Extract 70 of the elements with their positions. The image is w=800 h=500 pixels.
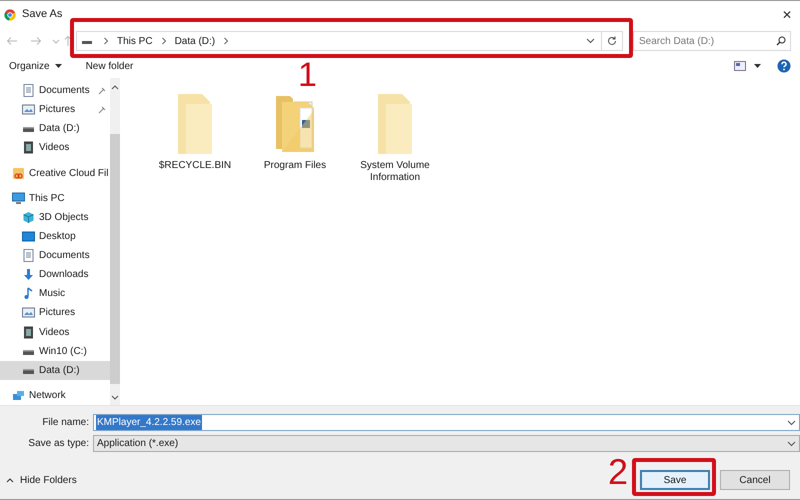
window-title: Save As	[22, 7, 62, 22]
chevron-up-icon	[6, 477, 14, 483]
caret-icon	[54, 64, 62, 68]
address-bar[interactable]: This PC Data (D:)	[76, 31, 623, 51]
desktop-icon	[22, 230, 35, 243]
cube-icon	[22, 210, 35, 224]
back-arrow-icon	[6, 36, 18, 46]
breadcrumb-item[interactable]: Data (D:)	[172, 34, 218, 48]
field-label: Save as type:	[27, 437, 90, 451]
up-arrow-icon	[64, 35, 72, 47]
help-icon	[777, 59, 791, 73]
folder-name: Program Files	[262, 160, 328, 172]
sidebar-item[interactable]: Desktop	[0, 226, 110, 246]
new-folder-button[interactable]: New folder	[86, 58, 134, 74]
sidebar-item[interactable]: 3D Objects	[0, 208, 110, 227]
sidebar-item[interactable]: Pictures	[0, 100, 110, 120]
pin-icon	[98, 86, 106, 95]
document-icon	[22, 84, 35, 98]
scroll-down-icon	[110, 395, 119, 401]
sidebar-item[interactable]: Videos	[0, 138, 110, 158]
file-type-dropdown[interactable]: Application (*.exe)	[93, 435, 800, 452]
save-button[interactable]: Save	[640, 470, 710, 490]
computer-icon	[12, 192, 25, 205]
film-icon	[22, 141, 35, 154]
sidebar-item[interactable]: Pictures	[0, 303, 110, 322]
chevron-right-icon	[103, 37, 109, 45]
chevron-down-icon	[787, 420, 796, 426]
folder-name: $RECYCLE.BIN	[158, 160, 232, 172]
chevron-down-icon	[586, 38, 595, 44]
chevron-right-icon	[160, 37, 167, 45]
sidebar-item[interactable]: Music	[0, 284, 110, 304]
sidebar-item[interactable]: Data (D:)	[0, 360, 110, 380]
network-icon	[12, 388, 25, 402]
cancel-button[interactable]: Cancel	[720, 470, 790, 490]
sidebar-item[interactable]: Network	[0, 386, 110, 405]
sidebar-item[interactable]: Videos	[0, 322, 110, 342]
document-icon	[22, 249, 35, 262]
sidebar-item[interactable]: This PC	[0, 188, 110, 208]
sidebar-item[interactable]: Downloads	[0, 265, 110, 284]
annotation-number: 1	[298, 58, 317, 92]
organize-button[interactable]: Organize	[9, 58, 62, 74]
picture-icon	[22, 103, 35, 116]
sidebar-item[interactable]: Win10 (C:)	[0, 342, 110, 361]
chevron-down-icon	[787, 440, 796, 446]
folder-name: System Volume Information	[359, 160, 431, 184]
pin-icon	[98, 106, 106, 114]
scrollbar[interactable]	[110, 78, 120, 405]
browser-logo-icon	[4, 8, 16, 20]
close-button[interactable]: ✕	[778, 6, 796, 24]
file-name-field[interactable]: KMPlayer_4.2.2.59.exe	[93, 414, 800, 431]
picture-icon	[22, 306, 35, 320]
field-label: File name:	[41, 416, 90, 430]
caret-icon	[754, 64, 761, 68]
music-note-icon	[22, 287, 35, 300]
search-field[interactable]: Search Data (D:)	[633, 31, 791, 51]
annotation-number: 2	[608, 454, 628, 490]
view-icon	[734, 61, 746, 71]
forward-arrow-icon	[30, 36, 42, 46]
film-icon	[22, 326, 35, 339]
hide-folders-button[interactable]: Hide Folders	[6, 472, 77, 488]
sidebar-item[interactable]: Documents	[0, 246, 110, 266]
search-icon	[776, 36, 786, 46]
breadcrumb-item[interactable]: This PC	[115, 34, 155, 48]
sidebar-item[interactable]: Creative Cloud Fil	[0, 164, 110, 183]
download-arrow-icon	[22, 268, 35, 282]
cloud-folder-icon	[12, 166, 25, 180]
sidebar-item[interactable]: Data (D:)	[0, 119, 110, 138]
scroll-up-icon	[110, 84, 119, 90]
chevron-right-icon	[223, 37, 230, 45]
sidebar-item[interactable]: Documents	[0, 81, 110, 100]
